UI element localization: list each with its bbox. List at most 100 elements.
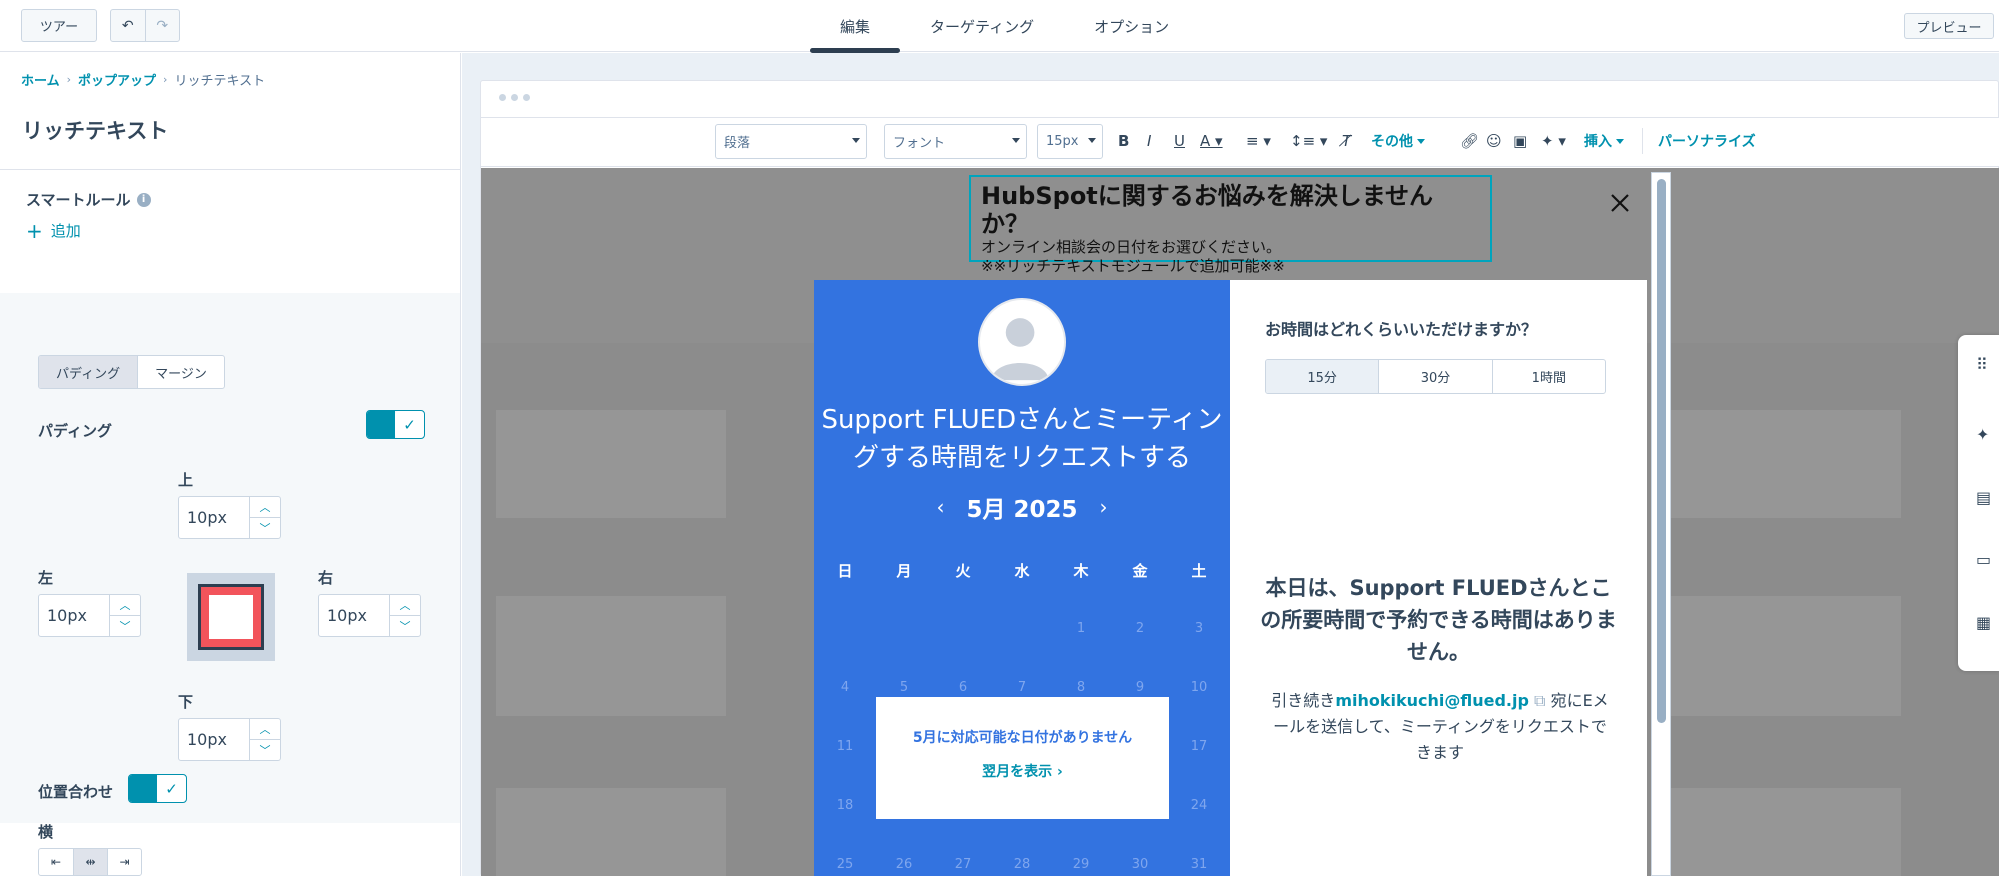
tour-button[interactable]: ツアー bbox=[21, 9, 97, 42]
window-icon[interactable]: ▭ bbox=[1976, 550, 1991, 569]
padding-left-stepper[interactable]: 10px ︿ ﹀ bbox=[38, 594, 141, 637]
alignment-toggle[interactable]: ✓ bbox=[128, 774, 187, 803]
chevron-up-icon[interactable]: ︿ bbox=[250, 719, 280, 739]
align-left-icon[interactable]: ⇤ bbox=[39, 849, 73, 875]
calendar-day: 4 bbox=[840, 680, 850, 695]
alignment-label: 位置合わせ bbox=[38, 783, 114, 801]
ai-sparkle-icon[interactable]: ✦ bbox=[1976, 425, 1989, 444]
chevron-up-icon[interactable]: ︿ bbox=[390, 595, 420, 615]
line-height-icon[interactable]: ↕≡ ▾ bbox=[1290, 130, 1327, 152]
horizontal-align-group: ⇤ ⇹ ⇥ bbox=[38, 848, 142, 876]
text-color-icon[interactable]: A ▾ bbox=[1200, 130, 1223, 152]
toggle-on-fill bbox=[367, 411, 395, 438]
calendar-icon[interactable]: ▦ bbox=[1976, 613, 1991, 632]
padding-top-value[interactable]: 10px bbox=[179, 497, 249, 538]
align-center-icon[interactable]: ⇹ bbox=[73, 849, 107, 875]
popup-scrollbar[interactable] bbox=[1651, 172, 1671, 876]
padding-label: パディング bbox=[38, 422, 112, 440]
font-select[interactable]: フォント bbox=[884, 124, 1027, 159]
personalize-button[interactable]: パーソナライズ bbox=[1658, 130, 1756, 152]
info-icon[interactable]: i bbox=[136, 192, 151, 207]
tab-options[interactable]: オプション bbox=[1064, 0, 1199, 52]
padding-left-value[interactable]: 10px bbox=[39, 595, 109, 636]
undo-redo-group: ↶ ↷ bbox=[110, 9, 180, 42]
italic-icon[interactable]: I bbox=[1147, 130, 1151, 152]
duration-60[interactable]: 1時間 bbox=[1491, 360, 1605, 393]
rich-text-line-2[interactable]: ※※リッチテキストモジュールで追加可能※※ bbox=[981, 257, 1480, 276]
rich-text-line-1[interactable]: オンライン相談会の日付をお選びください。 bbox=[981, 238, 1480, 257]
padding-toggle[interactable]: ✓ bbox=[366, 410, 425, 439]
grid-icon[interactable]: ⠿ bbox=[1976, 355, 1988, 374]
tab-margin[interactable]: マージン bbox=[137, 356, 224, 388]
avatar bbox=[978, 298, 1066, 386]
calendar-day: 26 bbox=[895, 857, 913, 872]
font-size-select[interactable]: 15px bbox=[1037, 124, 1103, 159]
padding-bottom-value[interactable]: 10px bbox=[179, 719, 249, 760]
calendar-day: 10 bbox=[1190, 680, 1208, 695]
rich-text-module[interactable]: HubSpotに関するお悩みを解決しませんか？ オンライン相談会の日付をお選びく… bbox=[969, 175, 1492, 275]
smart-rule-label: スマートルール bbox=[26, 191, 131, 209]
stepper-arrows: ︿ ﹀ bbox=[249, 497, 280, 538]
ghost-block bbox=[496, 596, 726, 716]
comment-icon[interactable]: ▤ bbox=[1976, 488, 1991, 507]
calendar-day: 25 bbox=[836, 857, 854, 872]
rich-text-title[interactable]: HubSpotに関するお悩みを解決しませんか？ bbox=[981, 182, 1480, 238]
add-smart-rule-button[interactable]: + 追加 bbox=[26, 220, 81, 241]
underline-icon[interactable]: U bbox=[1174, 130, 1185, 152]
bold-icon[interactable]: B bbox=[1118, 130, 1129, 152]
chevron-down-icon[interactable]: ﹀ bbox=[390, 615, 420, 636]
emoji-icon[interactable]: ☺ bbox=[1486, 130, 1502, 152]
next-month-link[interactable]: 翌月を表示 › bbox=[876, 761, 1169, 781]
box-model-outer bbox=[198, 584, 264, 650]
clear-format-icon[interactable]: T̸ bbox=[1342, 130, 1351, 152]
weekday-label: 木 bbox=[1073, 562, 1089, 580]
padding-top-stepper[interactable]: 10px ︿ ﹀ bbox=[178, 496, 281, 539]
font-size-value: 15px bbox=[1046, 134, 1079, 149]
redo-icon[interactable]: ↷ bbox=[144, 10, 180, 41]
paragraph-select[interactable]: 段落 bbox=[715, 124, 867, 159]
follow-prefix: 引き続き bbox=[1271, 691, 1336, 710]
check-icon: ✓ bbox=[157, 775, 186, 802]
chevron-down-icon[interactable]: ﹀ bbox=[110, 615, 140, 636]
horizontal-label: 横 bbox=[38, 823, 54, 841]
align-icon[interactable]: ≡ ▾ bbox=[1246, 130, 1271, 152]
stepper-arrows: ︿ ﹀ bbox=[109, 595, 140, 636]
align-right-icon[interactable]: ⇥ bbox=[107, 849, 141, 875]
calendar-day: 31 bbox=[1190, 857, 1208, 872]
calendar-day: 11 bbox=[836, 739, 854, 754]
link-icon[interactable]: 🔗︎ bbox=[1460, 130, 1479, 152]
chevron-down-icon[interactable]: ﹀ bbox=[250, 517, 280, 538]
tab-edit[interactable]: 編集 bbox=[810, 0, 901, 53]
padding-right-value[interactable]: 10px bbox=[319, 595, 389, 636]
close-icon[interactable] bbox=[1608, 191, 1632, 215]
breadcrumb-popup[interactable]: ポップアップ bbox=[78, 70, 156, 89]
insert-menu[interactable]: 挿入 bbox=[1584, 130, 1624, 152]
chevron-left-icon[interactable]: ‹ bbox=[936, 495, 944, 519]
scrollbar-thumb[interactable] bbox=[1657, 179, 1666, 723]
padding-margin-toggle: パディング マージン bbox=[38, 355, 225, 389]
ai-sparkle-icon[interactable]: ✦ ▾ bbox=[1541, 130, 1566, 152]
breadcrumb-home[interactable]: ホーム bbox=[21, 70, 60, 89]
chevron-down-icon[interactable]: ﹀ bbox=[250, 739, 280, 760]
duration-30[interactable]: 30分 bbox=[1378, 360, 1491, 393]
tab-padding[interactable]: パディング bbox=[39, 356, 138, 388]
padding-right-stepper[interactable]: 10px ︿ ﹀ bbox=[318, 594, 421, 637]
calendar-day: 27 bbox=[954, 857, 972, 872]
padding-bottom-stepper[interactable]: 10px ︿ ﹀ bbox=[178, 718, 281, 761]
toggle-on-fill bbox=[129, 775, 157, 802]
calendar-day: 29 bbox=[1072, 857, 1090, 872]
smart-rule-heading: スマートルール i bbox=[26, 189, 151, 210]
month-navigator: ‹ 5月 2025 › bbox=[814, 490, 1230, 524]
chevron-up-icon[interactable]: ︿ bbox=[250, 497, 280, 517]
tab-targeting[interactable]: ターゲティング bbox=[900, 0, 1064, 52]
duration-15[interactable]: 15分 bbox=[1266, 360, 1379, 393]
preview-button[interactable]: プレビュー bbox=[1904, 13, 1994, 39]
external-link-icon[interactable]: ⧉ bbox=[1534, 691, 1545, 710]
more-menu[interactable]: その他 bbox=[1371, 130, 1425, 152]
email-link[interactable]: mihokikuchi@flued.jp bbox=[1335, 691, 1529, 710]
no-dates-text: 5月に対応可能な日付がありません bbox=[912, 730, 1133, 746]
chevron-right-icon[interactable]: › bbox=[1100, 495, 1108, 519]
image-icon[interactable]: ▣ bbox=[1513, 130, 1527, 152]
undo-icon[interactable]: ↶ bbox=[111, 10, 145, 41]
chevron-up-icon[interactable]: ︿ bbox=[110, 595, 140, 615]
